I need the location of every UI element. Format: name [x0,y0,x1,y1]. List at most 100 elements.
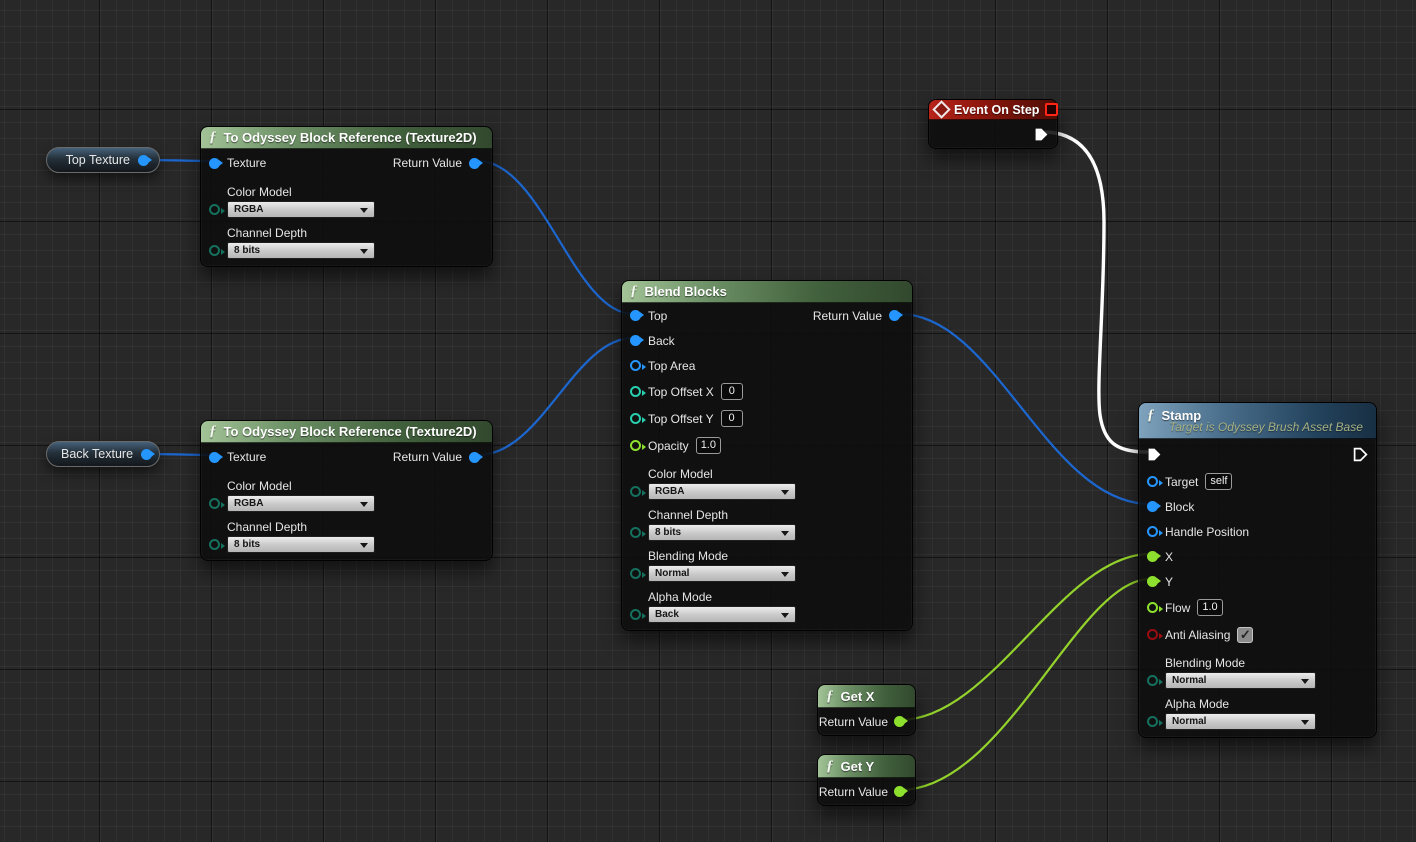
flow-value[interactable]: 1.0 [1197,599,1222,616]
pin-top-offset-y[interactable] [630,413,641,424]
pin-color-model[interactable] [209,498,220,509]
pin-channel-depth[interactable] [630,527,641,538]
blueprint-graph-canvas[interactable]: Top Texture Back Texture ƒ To Odyssey Bl… [0,0,1416,842]
node-blend-blocks[interactable]: ƒ Blend Blocks Top Return Value Back Top… [621,280,913,631]
pin-opacity[interactable] [630,440,641,451]
pin-return-value[interactable] [894,786,905,797]
pin-top-texture-out[interactable] [138,155,149,166]
pin-return-value[interactable] [894,716,905,727]
color-model-select[interactable]: RGBA [227,495,375,512]
top-offset-y-value[interactable]: 0 [721,410,743,427]
pin-return-value[interactable] [889,310,900,321]
alpha-mode-select[interactable]: Normal [1165,713,1316,730]
pin-back[interactable] [630,335,641,346]
pin-y[interactable] [1147,576,1158,587]
node-header[interactable]: ƒ To Odyssey Block Reference (Texture2D) [201,127,492,149]
pin-blending-mode[interactable] [1147,675,1158,686]
wire-getx-to-stamp-x[interactable] [900,554,1150,720]
exec-pin-in[interactable] [1147,447,1162,462]
pin-label-return-value: Return Value [819,785,888,799]
pin-channel-depth[interactable] [209,245,220,256]
pin-return-value[interactable] [469,158,480,169]
pin-label-top-offset-y: Top Offset Y [648,412,714,426]
blending-mode-value: Normal [655,568,689,579]
pin-texture[interactable] [209,452,220,463]
pin-flow[interactable] [1147,602,1158,613]
anti-aliasing-checkbox[interactable]: ✓ [1237,627,1253,643]
pin-back-texture-out[interactable] [141,449,152,460]
pin-label-y: Y [1165,575,1173,589]
pin-anti-aliasing[interactable] [1147,629,1158,640]
pin-target[interactable] [1147,476,1158,487]
pin-color-model[interactable] [209,204,220,215]
pin-label-texture: Texture [227,156,266,170]
pin-label-return-value: Return Value [813,309,882,323]
node-title: Get X [841,689,875,704]
wire-return-to-blend-top[interactable] [478,161,633,314]
pin-label-top-offset-x: Top Offset X [648,385,714,399]
wire-blend-return-to-stamp-block[interactable] [900,314,1150,504]
wire-gety-to-stamp-y[interactable] [900,579,1150,790]
pin-label-top: Top [648,309,667,323]
node-get-y[interactable]: ƒ Get Y Return Value [817,754,916,806]
channel-depth-select[interactable]: 8 bits [227,242,375,259]
field-label-color-model: Color Model [648,467,796,481]
blending-mode-select[interactable]: Normal [648,565,796,582]
pin-block[interactable] [1147,501,1158,512]
pin-alpha-mode[interactable] [1147,716,1158,727]
pin-color-model[interactable] [630,486,641,497]
pin-alpha-mode[interactable] [630,609,641,620]
pin-label-handle-position: Handle Position [1165,525,1249,539]
pin-top-offset-x[interactable] [630,386,641,397]
pin-label-target: Target [1165,475,1198,489]
field-label-color-model: Color Model [227,479,375,493]
node-stamp[interactable]: ƒ Stamp Target is Odyssey Brush Asset Ba… [1138,402,1377,738]
pin-label-flow: Flow [1165,601,1190,615]
node-title: To Odyssey Block Reference (Texture2D) [224,424,477,439]
pin-channel-depth[interactable] [209,539,220,550]
exec-pin-out[interactable] [1353,447,1368,462]
pin-blending-mode[interactable] [630,568,641,579]
channel-depth-value: 8 bits [655,527,681,538]
node-get-x[interactable]: ƒ Get X Return Value [817,684,916,736]
node-title: Blend Blocks [645,284,727,299]
channel-depth-value: 8 bits [234,539,260,550]
opacity-value[interactable]: 1.0 [696,437,721,454]
pin-return-value[interactable] [469,452,480,463]
node-back-texture[interactable]: Back Texture [46,441,160,467]
node-to-odyssey-block-reference-back[interactable]: ƒ To Odyssey Block Reference (Texture2D)… [200,420,493,561]
channel-depth-select[interactable]: 8 bits [227,536,375,553]
pin-texture[interactable] [209,158,220,169]
pin-x[interactable] [1147,551,1158,562]
wire-exec-event-to-stamp[interactable] [1046,132,1147,452]
node-header[interactable]: Event On Step [929,100,1057,120]
pin-top[interactable] [630,310,641,321]
wire-return-to-blend-back[interactable] [478,338,633,455]
field-label-blending-mode: Blending Mode [1165,656,1316,670]
node-header[interactable]: ƒ Get X [818,685,915,708]
target-value[interactable]: self [1205,473,1232,490]
color-model-select[interactable]: RGBA [227,201,375,218]
color-model-select[interactable]: RGBA [648,483,796,500]
variable-label: Top Texture [66,153,130,167]
field-label-channel-depth: Channel Depth [648,508,796,522]
node-event-on-step[interactable]: Event On Step [928,99,1058,149]
pin-top-area[interactable] [630,360,641,371]
node-header[interactable]: ƒ Get Y [818,755,915,778]
node-header[interactable]: ƒ Stamp Target is Odyssey Brush Asset Ba… [1139,403,1376,439]
node-header[interactable]: ƒ To Odyssey Block Reference (Texture2D) [201,421,492,443]
node-header[interactable]: ƒ Blend Blocks [622,281,912,303]
field-label-blending-mode: Blending Mode [648,549,796,563]
alpha-mode-select[interactable]: Back [648,606,796,623]
blending-mode-select[interactable]: Normal [1165,672,1316,689]
node-title: To Odyssey Block Reference (Texture2D) [224,130,477,145]
delegate-pin[interactable] [1045,103,1058,116]
channel-depth-select[interactable]: 8 bits [648,524,796,541]
alpha-mode-value: Normal [1172,716,1206,727]
node-top-texture[interactable]: Top Texture [46,147,160,173]
node-to-odyssey-block-reference-top[interactable]: ƒ To Odyssey Block Reference (Texture2D)… [200,126,493,267]
function-icon: ƒ [209,424,217,439]
pin-handle-position[interactable] [1147,526,1158,537]
exec-pin-out[interactable] [1034,127,1049,142]
top-offset-x-value[interactable]: 0 [721,383,743,400]
